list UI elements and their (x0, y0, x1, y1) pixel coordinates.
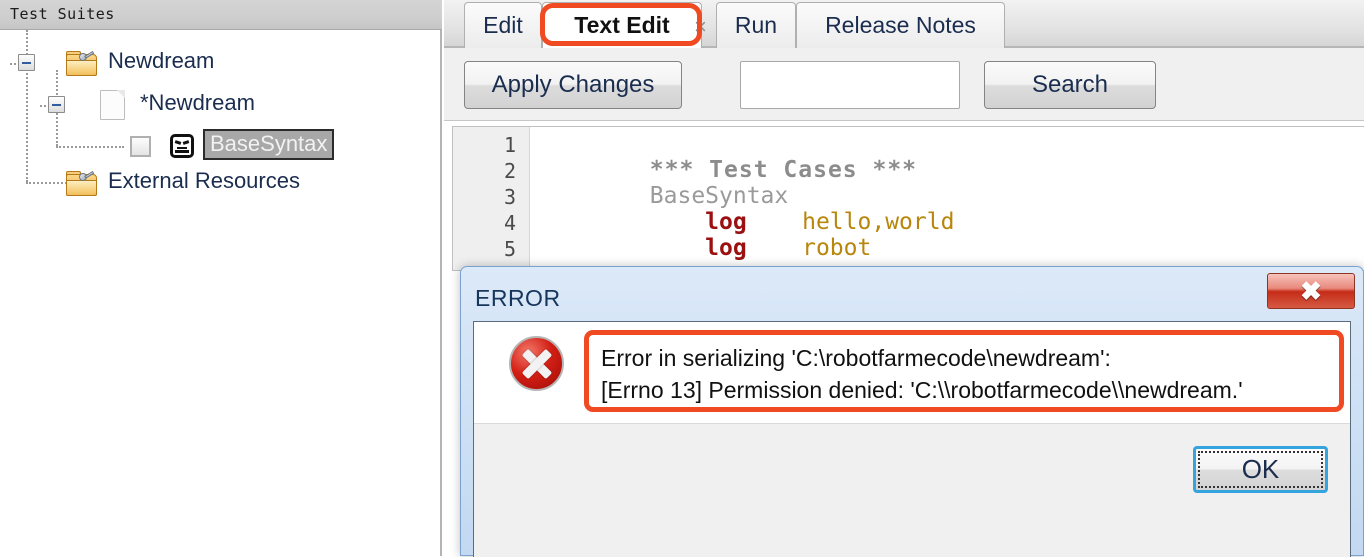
line-number: 3 (503, 185, 516, 209)
error-circle-icon (509, 336, 564, 391)
test-suite-tree[interactable]: Newdream *Newdream BaseSyntax External R… (0, 30, 440, 556)
test-suites-header: Test Suites (0, 0, 442, 30)
tree-item-newdream-file[interactable]: *Newdream (0, 88, 430, 122)
tree-item-label: *Newdream (140, 90, 255, 115)
expander-minus-icon[interactable] (18, 54, 35, 71)
annotation-highlight-message: Error in serializing 'C:\robotfarmecode\… (584, 330, 1344, 412)
tree-item-newdream-suite[interactable]: Newdream (0, 46, 430, 80)
line-number-gutter: 1 2 3 4 5 (453, 127, 530, 270)
dialog-title: ERROR (475, 285, 561, 311)
expander-minus-icon[interactable] (48, 96, 65, 113)
close-icon: ✖ (1300, 276, 1322, 306)
tree-item-basesyntax[interactable]: BaseSyntax (0, 129, 430, 163)
dialog-message-line-2: [Errno 13] Permission denied: 'C:\\robot… (601, 377, 1243, 403)
tree-item-label: Newdream (108, 48, 215, 73)
search-input[interactable] (740, 61, 960, 109)
search-button-label: Search (1031, 71, 1109, 98)
tab-text-edit[interactable]: Text Edit (542, 2, 702, 48)
tab-release-notes[interactable]: Release Notes (796, 2, 1005, 48)
apply-changes-label: Apply Changes (491, 71, 655, 98)
tree-item-external-resources[interactable]: External Resources (0, 166, 430, 200)
dialog-message-area: Error in serializing 'C:\robotfarmecode\… (474, 322, 1350, 424)
dialog-message-line-1: Error in serializing 'C:\robotfarmecode\… (601, 345, 1111, 371)
tab-run[interactable]: Run (716, 2, 796, 48)
line-number: 2 (503, 159, 516, 183)
tree-item-label: External Resources (108, 168, 300, 193)
tab-label: Run (734, 12, 778, 38)
tab-label: Edit (483, 12, 523, 38)
line-number: 4 (503, 211, 516, 235)
tab-label: Release Notes (825, 12, 976, 38)
apply-changes-button[interactable]: Apply Changes (464, 61, 682, 109)
test-suites-panel: Test Suites Newdream *Newdream BaseSynta… (0, 0, 442, 556)
ok-button-label: OK (1241, 454, 1280, 484)
document-icon (100, 90, 125, 120)
tab-label: Text Edit (574, 12, 670, 38)
tree-item-label: BaseSyntax (203, 129, 335, 161)
folder-key-icon (66, 50, 97, 76)
robot-face-icon (170, 134, 194, 158)
tab-bar: Edit Text Edit × Run Release Notes (444, 0, 1364, 48)
dialog-body: Error in serializing 'C:\robotfarmecode\… (473, 321, 1351, 557)
code-editor[interactable]: 1 2 3 4 5 *** Test Cases *** BaseSyntax … (452, 126, 1364, 271)
code-token-argument: robot (746, 235, 872, 261)
search-button[interactable]: Search (984, 61, 1156, 109)
test-suites-title: Test Suites (10, 5, 115, 23)
code-token-keyword: log (649, 235, 747, 261)
line-number: 1 (503, 133, 516, 157)
application-window: Test Suites Newdream *Newdream BaseSynta… (0, 0, 1364, 557)
dialog-close-button[interactable]: ✖ (1267, 273, 1355, 309)
folder-key-icon (66, 170, 97, 196)
line-number: 5 (503, 237, 516, 261)
editor-toolbar: Apply Changes Search (444, 48, 1364, 121)
error-dialog: ERROR ✖ Error in serializing 'C:\robotfa… (460, 266, 1364, 557)
basesyntax-checkbox[interactable] (130, 136, 151, 157)
ok-button[interactable]: OK (1193, 446, 1328, 493)
tab-close-icon[interactable]: × (694, 16, 707, 38)
tab-edit[interactable]: Edit (464, 2, 542, 48)
dialog-footer: OK (474, 424, 1350, 557)
